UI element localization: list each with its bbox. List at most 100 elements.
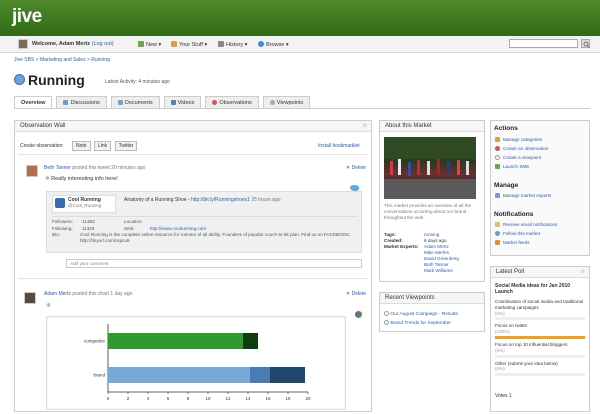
create-observation-label: Create observation:	[20, 143, 64, 149]
experts-label: Market Experts:	[384, 244, 419, 249]
tab-videos[interactable]: Videos	[163, 96, 202, 108]
action-create-viewpoint[interactable]: Create a viewpoint	[495, 155, 541, 160]
action-label: Receive email notifications	[503, 222, 558, 227]
install-bookmarklet-link[interactable]: Install bookmarklet	[318, 143, 360, 149]
poll-option[interactable]: Focus on top 10 influential bloggers (0%)	[495, 342, 585, 358]
tab-videos-label: Videos	[177, 99, 195, 106]
notify-email[interactable]: Receive email notifications	[495, 222, 557, 227]
nav-new[interactable]: New ▾	[138, 41, 161, 48]
viewpoint-item[interactable]: Brand Trends for September	[384, 319, 458, 328]
delete-label: Delete	[351, 291, 367, 297]
x-tick-label: 10	[205, 396, 211, 401]
action-manage-categories[interactable]: Manage categories	[495, 137, 542, 142]
avatar[interactable]	[18, 39, 28, 49]
x-tick-label: 20	[305, 396, 311, 401]
viewpoints-title: Recent Viewpoints	[385, 295, 435, 301]
refresh-icon[interactable]: ⟳	[363, 123, 367, 129]
poll-option[interactable]: Other (submit your idea below) (0%)	[495, 361, 585, 377]
delete-link[interactable]: ✕ Delete	[346, 165, 366, 171]
x-tick-label: 12	[225, 396, 231, 401]
delete-label: Delete	[351, 165, 367, 171]
viewpoints-list: Our August Campaign - Results Brand Tren…	[384, 310, 458, 328]
refresh-icon[interactable]: ⟳	[581, 269, 585, 275]
folder-icon	[171, 41, 177, 47]
search-icon	[583, 41, 590, 48]
tab-divider	[14, 108, 590, 109]
launch-icon	[495, 164, 500, 169]
tab-overview-label: Overview	[21, 99, 46, 106]
twitter-button[interactable]: Twitter	[114, 141, 138, 151]
poll-title: Latest Poll	[496, 269, 525, 275]
web-link[interactable]: http://www.coolrunning.com	[150, 226, 206, 231]
about-description: This market provides an overview of all …	[384, 203, 472, 220]
delete-link[interactable]: ✕ Delete	[346, 291, 366, 297]
comment-input[interactable]: Add your comment	[66, 259, 362, 268]
tab-viewpoints[interactable]: Viewpoints	[262, 96, 311, 108]
poll-option-percent: (100%)	[495, 329, 510, 335]
action-label: Manage market experts	[503, 193, 552, 198]
star-icon: ✻	[45, 176, 50, 182]
post-author-link[interactable]: Beth Tanner	[44, 165, 71, 171]
poll-option-bar	[495, 317, 585, 321]
action-create-observation[interactable]: Create an observation	[495, 146, 548, 151]
post-text: ✻ Really interesting info here!	[45, 176, 118, 182]
bar-competitor-segment	[243, 333, 258, 349]
expert-link[interactable]: Mark Williams	[424, 268, 459, 274]
nav-your-stuff-label: Your Stuff	[179, 42, 203, 48]
bar-brand-segment	[108, 367, 250, 383]
users-icon	[495, 193, 500, 198]
link-button[interactable]: Link	[93, 141, 112, 151]
avatar[interactable]	[24, 292, 36, 304]
tweet-link[interactable]: http://bit.ly/Runningshoes1	[191, 197, 250, 203]
about-header: About this Market	[380, 121, 484, 132]
follow-icon	[495, 231, 500, 236]
market-photo	[384, 137, 476, 199]
action-label: Manage categories	[503, 137, 543, 142]
nav-your-stuff[interactable]: Your Stuff ▾	[171, 41, 207, 48]
action-launch-sme[interactable]: Launch SME	[495, 164, 529, 169]
viewpoint-icon	[384, 311, 389, 316]
logout-link[interactable]: (Log out)	[92, 41, 114, 47]
note-button[interactable]: Note	[72, 141, 91, 151]
poll-option[interactable]: Coordination of social media and traditi…	[495, 299, 585, 321]
tab-observations[interactable]: Observations	[205, 96, 259, 108]
notify-feeds[interactable]: Market feeds	[495, 240, 530, 245]
viewpoint-item[interactable]: Our August Campaign - Results	[384, 310, 458, 319]
runners-image	[384, 137, 476, 199]
avatar[interactable]	[26, 165, 38, 177]
x-tick-label: 14	[245, 396, 251, 401]
viewpoint-icon	[495, 155, 500, 160]
chart-background	[48, 318, 344, 408]
tab-discussions[interactable]: Discussions	[56, 96, 107, 108]
nav-browse-label: Browse	[266, 42, 285, 48]
poll-option-bar	[495, 354, 585, 358]
action-label: Create a viewpoint	[503, 155, 542, 160]
tab-discussions-label: Discussions	[70, 99, 100, 106]
post-author-link[interactable]: Adam Mertz	[44, 291, 71, 297]
following-count: 11326	[81, 225, 95, 231]
action-manage-experts[interactable]: Manage market experts	[495, 193, 551, 198]
x-tick-label: 16	[265, 396, 271, 401]
nav-browse[interactable]: Browse ▾	[258, 41, 289, 48]
globe-icon	[258, 41, 264, 47]
bio-text: Cool Running is the complete online reso…	[80, 232, 351, 243]
action-label: Launch SME	[503, 164, 530, 169]
wall-header: Observation Wall ⟳	[15, 121, 371, 132]
jive-logo[interactable]: jive	[12, 6, 42, 28]
search-input[interactable]	[509, 39, 578, 48]
post-meta: posted this chart 1 day ago	[72, 291, 133, 297]
account-handle: @Cool_Running	[68, 203, 102, 208]
divider	[18, 154, 368, 155]
divider	[52, 216, 358, 217]
tab-overview[interactable]: Overview	[14, 96, 53, 108]
breadcrumb[interactable]: Jive SBS > Marketing and Sales > Running	[14, 57, 110, 63]
star-icon: ✻	[46, 303, 52, 309]
web-label: Web:	[124, 225, 135, 231]
notify-follow[interactable]: Follow this market	[495, 231, 540, 236]
poll-option[interactable]: Focus on twitter (100%)	[495, 323, 585, 339]
bar-brand-segment	[270, 367, 305, 383]
nav-history[interactable]: History ▾	[218, 41, 247, 48]
search-button[interactable]	[581, 39, 590, 48]
action-label: Create an observation	[503, 146, 549, 151]
tab-documents[interactable]: Documents	[110, 96, 160, 108]
